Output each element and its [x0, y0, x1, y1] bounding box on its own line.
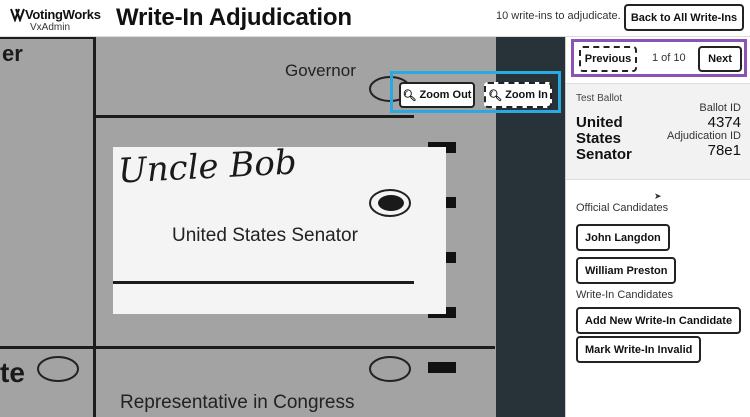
ballot-type-label: Test Ballot	[576, 93, 623, 104]
back-to-all-write-ins-button[interactable]: Back to All Write-Ins	[624, 4, 744, 31]
next-button[interactable]: Next	[698, 46, 742, 72]
write-in-count-status: 10 write-ins to adjudicate.	[496, 10, 621, 22]
previous-button[interactable]: Previous	[579, 46, 637, 72]
adjudication-sidebar: Previous 1 of 10 Next Test Ballot United…	[565, 37, 750, 417]
zoom-out-icon: 🔍︎	[402, 89, 417, 102]
senator-heading: United States Senator	[172, 225, 358, 246]
write-in-navigation: Previous 1 of 10 Next	[571, 39, 747, 77]
ballot-info-panel: Test Ballot United States Senator Ballot…	[566, 83, 750, 180]
official-candidates-label: Official Candidates	[576, 202, 669, 214]
zoom-in-button[interactable]: 🔍︎ Zoom In	[484, 82, 552, 108]
zoom-in-label: Zoom In	[505, 89, 548, 101]
governor-heading: Governor	[285, 61, 356, 80]
zoom-in-icon: 🔍︎	[488, 89, 503, 102]
representative-heading: Representative in Congress	[120, 392, 355, 413]
ballot-id-label: Ballot ID	[699, 102, 741, 114]
ballot-image-viewer[interactable]: er te Governor Uncle Bob United States S…	[0, 37, 565, 417]
zoom-controls: 🔍︎ Zoom Out 🔍︎ Zoom In	[390, 71, 561, 113]
svg-text:er: er	[2, 41, 23, 66]
adjudication-id-value: 78e1	[707, 142, 741, 159]
mouse-pointer-icon: ➤	[654, 191, 662, 201]
zoom-out-label: Zoom Out	[419, 89, 472, 101]
product-name: VxAdmin	[30, 22, 71, 33]
candidate-button-william-preston[interactable]: William Preston	[576, 257, 677, 284]
page-title: Write-In Adjudication	[116, 4, 352, 31]
candidate-button-john-langdon[interactable]: John Langdon	[576, 224, 670, 251]
adjudication-id-label: Adjudication ID	[667, 130, 741, 142]
voting-works-logo: VotingWorks VxAdmin	[10, 4, 101, 34]
app-header: VotingWorks VxAdmin Write-In Adjudicatio…	[0, 0, 750, 37]
write-in-candidates-label: Write-In Candidates	[576, 289, 674, 301]
mark-write-in-invalid-button[interactable]: Mark Write-In Invalid	[576, 336, 702, 363]
svg-text:te: te	[0, 357, 25, 388]
brand-name: VotingWorks	[25, 7, 101, 22]
write-in-position: 1 of 10	[652, 52, 686, 64]
add-write-in-candidate-button[interactable]: Add New Write-In Candidate	[576, 307, 742, 334]
zoom-out-button[interactable]: 🔍︎ Zoom Out	[399, 82, 475, 108]
contest-title: United States Senator	[576, 114, 632, 163]
ballot-id-value: 4374	[707, 114, 741, 131]
